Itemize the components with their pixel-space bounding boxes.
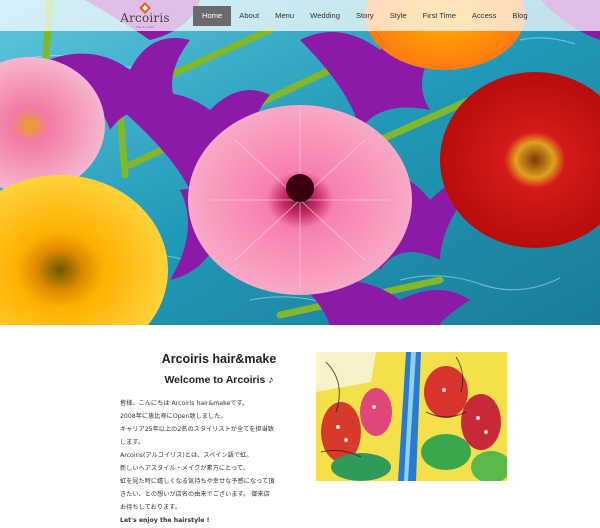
nav-blog[interactable]: Blog bbox=[504, 6, 535, 26]
nav-style[interactable]: Style bbox=[382, 6, 415, 26]
intro-section: Arcoiris hair&make Welcome to Arcoiris ♪… bbox=[120, 352, 330, 527]
nav-about[interactable]: About bbox=[231, 6, 267, 26]
intro-line: お待ちしております。 bbox=[120, 504, 181, 511]
page-title: Arcoiris hair&make bbox=[161, 352, 277, 366]
nav-home[interactable]: Home bbox=[193, 6, 232, 26]
intro-line: 2008年に恵比寿にOpen致しました。 bbox=[120, 413, 227, 420]
nav-wedding[interactable]: Wedding bbox=[302, 6, 348, 26]
logo-name: Arcoiris bbox=[120, 11, 170, 25]
logo-subtitle: hair & make bbox=[135, 25, 155, 29]
intro-text: 皆様、こんにちは Arcoiris hair&makeです。 2008年に恵比寿… bbox=[120, 397, 330, 527]
welcome-heading: Welcome to Arcoiris ♪ bbox=[164, 374, 274, 386]
main-nav: Home About Menu Wedding Story Style Firs… bbox=[193, 6, 536, 26]
hero-flowers-illustration bbox=[0, 0, 600, 325]
nav-story[interactable]: Story bbox=[348, 6, 382, 26]
site-header: Arcoiris hair & make Home About Menu Wed… bbox=[0, 0, 600, 31]
intro-line: 皆様、こんにちは Arcoiris hair&makeです。 bbox=[120, 400, 249, 407]
colorful-mural-illustration bbox=[316, 352, 507, 481]
intro-line: キャリア25年以上の2名のスタイリストが全てを担当致 bbox=[120, 426, 274, 433]
page: Arcoiris hair & make Home About Menu Wed… bbox=[0, 0, 600, 528]
closing-line: Let's enjoy the hairstyle ! bbox=[120, 517, 210, 524]
nav-access[interactable]: Access bbox=[464, 6, 504, 26]
intro-line: きたい、との想いが店名の由来でございます。 御来店 bbox=[120, 491, 270, 498]
salon-artwork-photo bbox=[316, 352, 507, 481]
hero-image bbox=[0, 0, 600, 325]
intro-line: します。 bbox=[120, 439, 145, 446]
nav-first-time[interactable]: First Time bbox=[415, 6, 464, 26]
intro-line: 新しいヘアスタイル・メイクが素方にとって、 bbox=[120, 465, 250, 472]
site-logo[interactable]: Arcoiris hair & make bbox=[120, 2, 182, 30]
intro-line: 虹を見た時に嬉しくなる気持ちや幸せな予感になって頂 bbox=[120, 478, 275, 485]
intro-line: Arcoiris(アルコイリス)とは、スペイン語で虹。 bbox=[120, 452, 253, 459]
nav-menu[interactable]: Menu bbox=[267, 6, 302, 26]
